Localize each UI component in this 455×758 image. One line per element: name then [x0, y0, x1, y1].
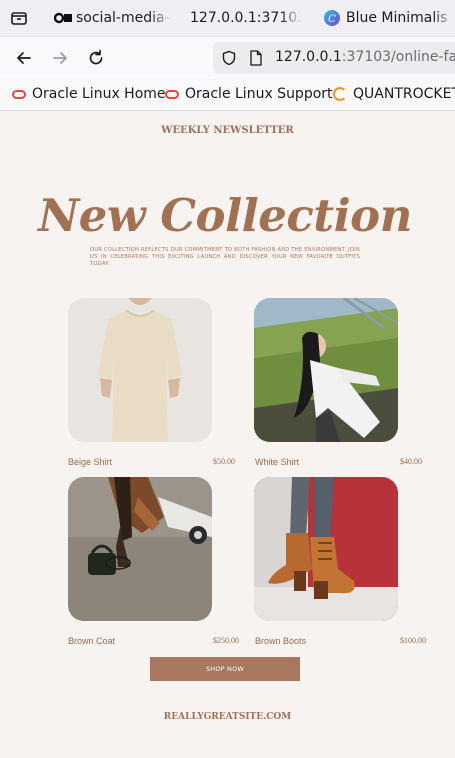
- product-name: Brown Coat: [68, 636, 116, 646]
- product-name: White Shirt: [255, 457, 300, 467]
- reload-icon[interactable]: [86, 48, 106, 68]
- bookmark-label: Oracle Linux Support: [185, 86, 333, 102]
- forward-arrow-icon[interactable]: [50, 48, 70, 68]
- product-price: $250.00: [213, 636, 239, 645]
- bookmark-label: Oracle Linux Home: [32, 86, 166, 102]
- tab-fade: [280, 0, 302, 36]
- oracle-icon: [165, 89, 179, 99]
- intro-text: Our collection reflects our commitment t…: [90, 247, 360, 267]
- bookmark-oracle-linux-support[interactable]: Oracle Linux Support: [165, 80, 333, 108]
- page-icon: [250, 50, 262, 66]
- brown-boots-image: [254, 477, 398, 621]
- shop-now-button[interactable]: SHOP NOW: [150, 657, 300, 681]
- address-bar[interactable]: 127.0.0.1:37103/online-fas: [213, 42, 455, 74]
- tab-bar: social-media-n 127.0.0.1:37103/ C Blue M…: [0, 0, 455, 37]
- shield-icon[interactable]: [221, 50, 237, 66]
- url-text: 127.0.0.1:37103/online-fas: [275, 49, 455, 65]
- newsletter-page: WEEKLY NEWSLETTER New Collection Our col…: [0, 111, 455, 758]
- product-price: $40.00: [400, 457, 422, 466]
- url-path: :37103/online-fas: [341, 49, 455, 65]
- bookmarks-bar: Oracle Linux Home Oracle Linux Support Q…: [0, 80, 455, 111]
- canva-icon: C: [324, 10, 340, 26]
- bookmark-oracle-linux-home[interactable]: Oracle Linux Home: [12, 80, 166, 108]
- beige-shirt-image: [68, 298, 212, 442]
- product-image-brown-boots[interactable]: [254, 477, 398, 621]
- product-price: $100.00: [400, 636, 426, 645]
- brown-coat-image: [68, 477, 212, 621]
- tab-blue-minimalist[interactable]: C Blue Minimalis: [324, 0, 455, 36]
- product-price: $50.00: [213, 457, 235, 466]
- oracle-icon: [12, 89, 26, 99]
- back-arrow-icon[interactable]: [14, 48, 34, 68]
- product-image-white-shirt[interactable]: [254, 298, 398, 442]
- newsletter-label: WEEKLY NEWSLETTER: [161, 125, 294, 136]
- product-name: Beige Shirt: [68, 457, 113, 467]
- svg-text:C: C: [328, 14, 336, 25]
- tab-favicon-icon: [54, 12, 72, 24]
- product-name: Brown Boots: [255, 636, 307, 646]
- tab-fade: [433, 0, 455, 36]
- product-image-beige-shirt[interactable]: [68, 298, 212, 442]
- product-image-brown-coat[interactable]: [68, 477, 212, 621]
- tab-localhost[interactable]: 127.0.0.1:37103/: [190, 0, 302, 36]
- tab-overview-icon[interactable]: [9, 8, 29, 28]
- quantrocket-icon: [333, 87, 347, 101]
- bookmark-quantrocket[interactable]: QUANTROCKET: [333, 80, 455, 108]
- tab-social-media[interactable]: social-media-n: [54, 0, 172, 36]
- white-shirt-image: [254, 298, 398, 442]
- url-host: 127.0.0.1: [275, 49, 342, 65]
- bookmark-label: QUANTROCKET: [353, 86, 455, 102]
- page-title: New Collection: [38, 189, 412, 242]
- tab-fade: [150, 0, 172, 36]
- website-link[interactable]: REALLYGREATSITE.COM: [0, 712, 455, 722]
